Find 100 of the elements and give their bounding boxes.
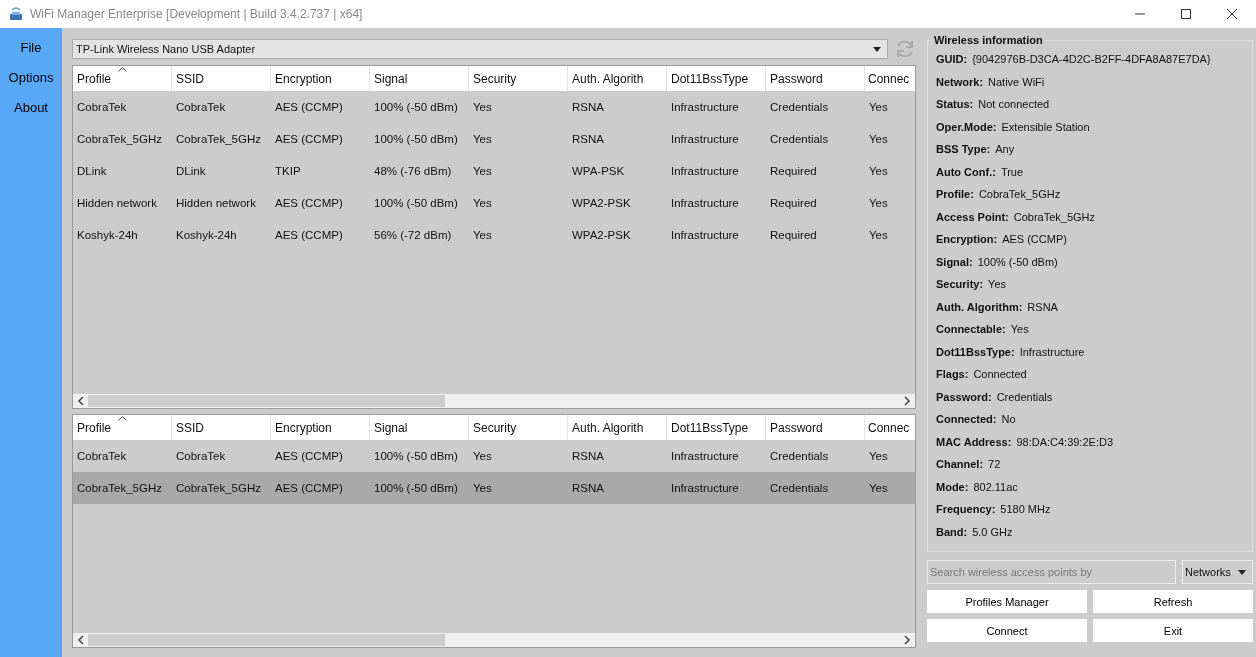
table-row[interactable]: CobraTek CobraTek AES (CCMP) 100% (-50 dBm) Yes RSNA Infrastructure Credentials Yes <box>73 91 915 123</box>
info-value: Any <box>995 143 1015 156</box>
filter-dropdown[interactable]: Networks <box>1182 560 1253 584</box>
info-value: True <box>1000 165 1024 178</box>
table-cell-text: Infrastructure <box>670 450 740 462</box>
info-label: Auth. Algorithm: <box>936 300 1023 313</box>
table-cell-text: Yes <box>472 197 493 209</box>
info-value: Yes <box>988 278 1007 291</box>
column-header[interactable]: Signal <box>370 415 469 440</box>
info-label: Signal: <box>936 255 973 268</box>
table-cell-text: Yes <box>868 101 889 113</box>
column-header[interactable]: Auth. Algorith <box>568 415 667 440</box>
table-cell-text: AES (CCMP) <box>274 482 344 494</box>
column-header[interactable]: Password <box>766 415 865 440</box>
table-cell-text: CobraTek <box>76 450 128 462</box>
table-cell-text: CobraTek_5GHz <box>175 133 262 145</box>
table-cell-text: Credentials <box>769 450 830 462</box>
search-field[interactable]: Search wireless access points by <box>927 560 1176 584</box>
column-header[interactable]: Connec <box>865 415 911 440</box>
table-cell-text: 100% (-50 dBm) <box>373 482 459 494</box>
table-cell-text: Yes <box>472 229 493 241</box>
table-cell-text: RSNA <box>571 450 605 462</box>
sidebar-item[interactable]: File <box>20 32 42 62</box>
info-label: Security: <box>936 278 984 291</box>
horizontal-scrollbar[interactable] <box>73 394 915 408</box>
chevron-left-icon[interactable] <box>77 396 85 406</box>
table-cell-text: CobraTek_5GHz <box>76 482 163 494</box>
column-header[interactable]: Security <box>469 66 568 91</box>
info-value: {9042976B-D3CA-4D2C-B2FF-4DFA8A87E7DA} <box>972 53 1211 66</box>
info-value: CobraTek_5GHz <box>1013 210 1096 223</box>
info-value: Yes <box>1010 323 1029 336</box>
action-button[interactable]: Exit <box>1093 619 1253 642</box>
table-cell-text: AES (CCMP) <box>274 229 344 241</box>
column-header[interactable]: Profile <box>73 415 172 440</box>
window-title: WiFi Manager Enterprise [Development | Build 3.4.2.737 | x64] <box>30 7 364 21</box>
column-header[interactable]: Signal <box>370 66 469 91</box>
column-header[interactable]: SSID <box>172 66 271 91</box>
table-cell-text: Infrastructure <box>670 101 740 113</box>
column-header[interactable]: SSID <box>172 415 271 440</box>
action-button[interactable]: Refresh <box>1093 590 1253 613</box>
table-row[interactable]: CobraTek_5GHz CobraTek_5GHz AES (CCMP) 100% (-50 dBm) Yes RSNA Infrastructure Credentials Yes <box>73 472 915 504</box>
table-row[interactable]: Hidden network Hidden network AES (CCMP) 100% (-50 dBm) Yes WPA2-PSK Infrastructure Required Yes <box>73 187 915 219</box>
column-header[interactable]: Profile <box>73 66 172 91</box>
table-cell-text: 100% (-50 dBm) <box>373 101 459 113</box>
column-header[interactable]: Connec <box>865 66 911 91</box>
adapter-dropdown[interactable]: TP-Link Wireless Nano USB Adapter <box>72 39 888 59</box>
chevron-right-icon[interactable] <box>903 396 911 406</box>
chevron-right-icon[interactable] <box>903 635 911 645</box>
table-row[interactable]: CobraTek CobraTek AES (CCMP) 100% (-50 dBm) Yes RSNA Infrastructure Credentials Yes <box>73 440 915 472</box>
info-label: Channel: <box>936 458 984 471</box>
action-button[interactable]: Connect <box>927 619 1087 642</box>
scrollbar-thumb[interactable] <box>88 395 446 407</box>
sort-caret-icon <box>118 416 127 421</box>
sidebar-item[interactable]: Options <box>8 62 54 92</box>
table-row[interactable]: Koshyk-24h Koshyk-24h AES (CCMP) 56% (-72 dBm) Yes WPA2-PSK Infrastructure Required Yes <box>73 219 915 251</box>
table-cell-text: RSNA <box>571 101 605 113</box>
table-cell-text: DLink <box>76 165 108 177</box>
app-icon <box>8 6 24 22</box>
info-label: Encryption: <box>936 233 998 246</box>
table-cell-text: TKIP <box>274 165 302 177</box>
table-cell-text: DLink <box>175 165 207 177</box>
column-header[interactable]: Dot11BssType <box>667 415 766 440</box>
table-cell-text: CobraTek_5GHz <box>175 482 262 494</box>
info-label: Password: <box>936 390 992 403</box>
column-header[interactable]: Password <box>766 66 865 91</box>
table-cell-text: AES (CCMP) <box>274 197 344 209</box>
table-cell-text: AES (CCMP) <box>274 133 344 145</box>
column-header[interactable]: Auth. Algorith <box>568 66 667 91</box>
table-row[interactable]: DLink DLink TKIP 48% (-76 dBm) Yes WPA-PSK Infrastructure Required Yes <box>73 155 915 187</box>
column-header[interactable]: Security <box>469 415 568 440</box>
info-value: Infrastructure <box>1019 345 1085 358</box>
table-cell-text: WPA2-PSK <box>571 197 632 209</box>
info-value: 100% (-50 dBm) <box>977 255 1058 268</box>
action-button[interactable]: Profiles Manager <box>927 590 1087 613</box>
scrollbar-thumb[interactable] <box>88 634 446 646</box>
maximize-icon[interactable] <box>1180 8 1192 20</box>
info-value: CobraTek_5GHz <box>978 188 1061 201</box>
horizontal-scrollbar[interactable] <box>73 633 915 647</box>
sidebar-item[interactable]: About <box>14 92 48 122</box>
table-cell-text: Yes <box>472 482 493 494</box>
column-header[interactable]: Encryption <box>271 66 370 91</box>
table-cell-text: Yes <box>868 133 889 145</box>
table-cell-text: Required <box>769 197 818 209</box>
table-cell-text: Credentials <box>769 101 830 113</box>
info-value: Connected <box>973 368 1027 381</box>
table-cell-text: CobraTek <box>175 450 227 462</box>
table-cell-text: Yes <box>868 197 889 209</box>
table-cell-text: Hidden network <box>175 197 257 209</box>
chevron-left-icon[interactable] <box>77 635 85 645</box>
close-icon[interactable] <box>1226 8 1238 20</box>
table-row[interactable]: CobraTek_5GHz CobraTek_5GHz AES (CCMP) 100% (-50 dBm) Yes RSNA Infrastructure Credentials Yes <box>73 123 915 155</box>
info-value: 5180 MHz <box>1000 503 1051 516</box>
column-header[interactable]: Dot11BssType <box>667 66 766 91</box>
column-header[interactable]: Encryption <box>271 415 370 440</box>
info-label: Flags: <box>936 368 969 381</box>
table-cell-text: Koshyk-24h <box>175 229 238 241</box>
table-cell-text: Credentials <box>769 133 830 145</box>
table-cell-text: Yes <box>868 165 889 177</box>
info-label: Network: <box>936 75 984 88</box>
info-value: AES (CCMP) <box>1002 233 1067 246</box>
